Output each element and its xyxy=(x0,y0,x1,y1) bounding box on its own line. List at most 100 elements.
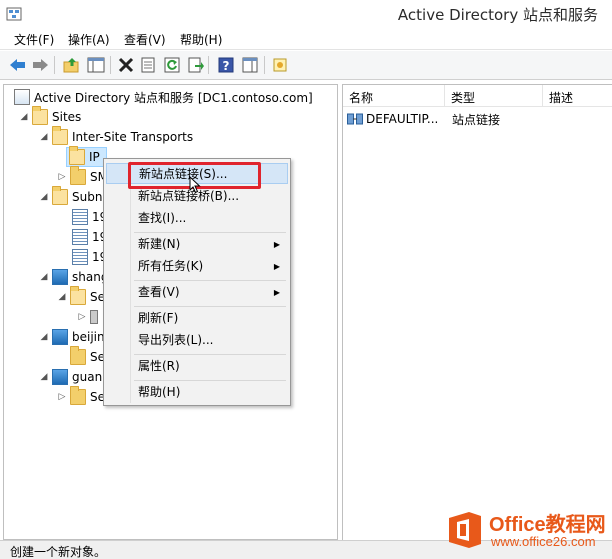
properties-icon[interactable] xyxy=(138,55,158,75)
menu-item-all-tasks[interactable]: 所有任务(K) ▶ xyxy=(106,256,288,277)
window-title: Active Directory 站点和服务 xyxy=(397,6,598,24)
menu-item-view[interactable]: 查看(V) ▶ xyxy=(106,282,288,303)
collapse-arrow-icon[interactable]: ◢ xyxy=(18,112,30,122)
tree-item-site-guangzhou[interactable]: ◢ guan xyxy=(38,367,102,387)
site-icon xyxy=(52,269,68,285)
help-icon[interactable]: ? xyxy=(216,55,236,75)
tree-item-root-label: Active Directory 站点和服务 [DC1.contoso.com] xyxy=(34,90,313,105)
menu-item-find[interactable]: 查找(I)... xyxy=(106,208,288,229)
watermark: Office教程网 www.office26.com xyxy=(447,504,612,554)
menu-action[interactable]: 操作(A) xyxy=(68,31,110,48)
tree-item-subnet-2[interactable]: 19 xyxy=(70,227,107,247)
site-icon xyxy=(52,369,68,385)
subnet-icon xyxy=(72,209,88,225)
column-header-name[interactable]: 名称 xyxy=(343,85,445,107)
tree-item-beijing-servers[interactable]: Se xyxy=(68,346,105,367)
expand-arrow-icon[interactable]: ▷ xyxy=(56,172,68,182)
folder-icon xyxy=(52,186,68,205)
tree-item-site-beijing[interactable]: ◢ beijin xyxy=(38,327,105,347)
collapse-arrow-icon[interactable]: ◢ xyxy=(38,272,50,282)
menu-bar: 文件(F) 操作(A) 查看(V) 帮助(H) xyxy=(0,28,612,50)
watermark-title: Office教程网 xyxy=(489,514,606,536)
context-menu: 新站点链接(S)... 新站点链接桥(B)... 查找(I)... 新建(N) … xyxy=(103,158,291,406)
menu-file[interactable]: 文件(F) xyxy=(14,31,54,48)
folder-icon xyxy=(70,346,86,365)
details-pane[interactable]: 名称 类型 描述 DEFAULTIP... 站点链接 xyxy=(342,84,612,540)
office-logo-icon xyxy=(447,510,483,550)
expand-arrow-icon[interactable]: ▷ xyxy=(56,392,68,402)
tree-item-site-guangzhou-label: guan xyxy=(72,370,103,384)
toolbar-separator xyxy=(110,56,111,74)
menu-item-properties[interactable]: 属性(R) xyxy=(106,356,288,377)
folder-icon xyxy=(32,106,48,125)
submenu-arrow-icon: ▶ xyxy=(273,262,280,271)
action-pane-icon[interactable] xyxy=(240,55,260,75)
tree-item-site-shanghai[interactable]: ◢ shang xyxy=(38,267,108,287)
tree-item-site-beijing-label: beijin xyxy=(72,330,105,344)
folder-icon xyxy=(70,166,86,185)
menu-item-all-tasks-label: 所有任务(K) xyxy=(138,259,204,273)
title-bar: Active Directory 站点和服务 xyxy=(0,0,612,28)
tree-item-sites[interactable]: ◢ Sites xyxy=(18,106,81,127)
ad-sites-icon xyxy=(14,89,30,105)
collapse-arrow-icon[interactable]: ◢ xyxy=(56,292,68,302)
collapse-arrow-icon[interactable]: ◢ xyxy=(38,372,50,382)
list-item-name: DEFAULTIP... xyxy=(366,112,439,126)
site-link-icon xyxy=(347,112,363,126)
toolbar: ? xyxy=(0,51,612,80)
watermark-url: www.office26.com xyxy=(491,534,596,549)
collapse-arrow-icon[interactable]: ◢ xyxy=(38,332,50,342)
subnet-icon xyxy=(72,249,88,265)
tree-item-root[interactable]: Active Directory 站点和服务 [DC1.contoso.com] xyxy=(12,87,313,107)
menu-item-new[interactable]: 新建(N) ▶ xyxy=(106,234,288,255)
tree-item-ip-label: IP xyxy=(89,150,100,164)
tree-item-guangzhou-servers[interactable]: ▷ Se xyxy=(56,386,105,407)
tree-item-inter-site-transports[interactable]: ◢ Inter-Site Transports xyxy=(38,126,194,147)
column-header-type[interactable]: 类型 xyxy=(445,85,543,107)
subnet-icon xyxy=(72,229,88,245)
list-item[interactable]: DEFAULTIP... 站点链接 xyxy=(347,109,500,129)
collapse-arrow-icon[interactable]: ◢ xyxy=(38,132,50,142)
new-object-icon[interactable] xyxy=(270,55,290,75)
menu-separator xyxy=(134,280,286,281)
refresh-icon[interactable] xyxy=(162,55,182,75)
server-icon xyxy=(90,310,98,324)
menu-item-help[interactable]: 帮助(H) xyxy=(106,382,288,403)
menu-item-export-list[interactable]: 导出列表(L)... xyxy=(106,330,288,351)
menu-help[interactable]: 帮助(H) xyxy=(180,31,222,48)
tree-item-subnets[interactable]: ◢ Subne xyxy=(38,186,110,207)
column-header-description[interactable]: 描述 xyxy=(543,85,612,107)
site-icon xyxy=(52,329,68,345)
folder-icon xyxy=(70,286,86,305)
tree-item-shanghai-servers[interactable]: ◢ Se xyxy=(56,286,105,307)
menu-view[interactable]: 查看(V) xyxy=(124,31,166,48)
menu-item-new-label: 新建(N) xyxy=(138,237,181,251)
tree-item-ip[interactable]: IP xyxy=(66,146,107,167)
expand-arrow-icon[interactable]: ▷ xyxy=(76,312,88,322)
tree-item-shanghai-server[interactable]: ▷ xyxy=(76,307,102,327)
tree-item-subnet-3[interactable]: 19 xyxy=(70,247,107,267)
submenu-arrow-icon: ▶ xyxy=(273,288,280,297)
delete-icon[interactable] xyxy=(116,55,136,75)
menu-separator xyxy=(134,232,286,233)
tree-item-subnet-1[interactable]: 19 xyxy=(70,207,107,227)
status-text: 创建一个新对象。 xyxy=(10,545,107,559)
export-list-icon[interactable] xyxy=(186,55,206,75)
toolbar-separator xyxy=(54,56,55,74)
toolbar-separator xyxy=(208,56,209,74)
folder-icon xyxy=(52,126,68,145)
tree-item-inter-site-transports-label: Inter-Site Transports xyxy=(72,130,194,144)
collapse-arrow-icon[interactable]: ◢ xyxy=(38,192,50,202)
back-icon[interactable] xyxy=(8,55,28,75)
menu-separator xyxy=(134,354,286,355)
app-icon[interactable] xyxy=(6,6,22,22)
menu-item-view-label: 查看(V) xyxy=(138,285,180,299)
forward-icon[interactable] xyxy=(30,55,50,75)
menu-item-refresh[interactable]: 刷新(F) xyxy=(106,308,288,329)
folder-icon xyxy=(70,386,86,405)
menu-separator xyxy=(134,380,286,381)
up-folder-icon[interactable] xyxy=(62,55,82,75)
submenu-arrow-icon: ▶ xyxy=(273,240,280,249)
tree-item-smtp[interactable]: ▷ SM xyxy=(56,166,108,187)
show-hide-console-tree-icon[interactable] xyxy=(86,55,106,75)
